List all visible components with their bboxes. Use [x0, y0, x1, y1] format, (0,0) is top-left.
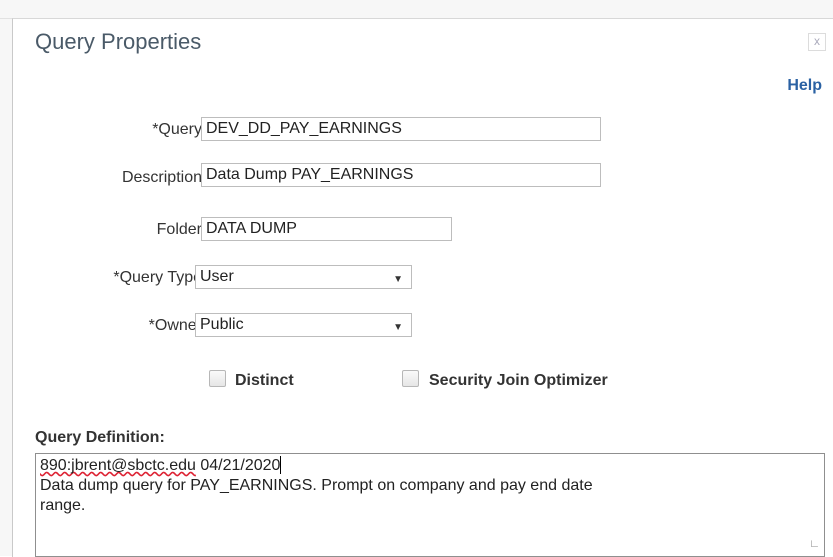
query-input[interactable]: DEV_DD_PAY_EARNINGS	[201, 117, 601, 141]
dropdown-arrow-icon: ▼	[393, 274, 403, 285]
query-type-value: User	[200, 268, 234, 285]
query-label: *Query	[152, 121, 202, 138]
definition-email: 890:jbrent@sbctc.edu	[40, 457, 196, 474]
distinct-label: Distinct	[235, 372, 294, 389]
query-definition-label: Query Definition:	[35, 429, 165, 446]
owner-value: Public	[200, 316, 244, 333]
query-definition-textarea[interactable]: 890:jbrent@sbctc.edu 04/21/2020 Data dum…	[35, 453, 825, 557]
background-frame-top	[0, 0, 833, 19]
close-icon[interactable]: x	[808, 33, 826, 51]
text-caret	[280, 456, 282, 474]
help-link[interactable]: Help	[787, 77, 822, 95]
owner-select[interactable]: Public ▼	[195, 313, 412, 337]
definition-line-3: range.	[40, 497, 86, 514]
folder-input[interactable]: DATA DUMP	[201, 217, 452, 241]
dialog-title-bar: Query Properties x	[13, 19, 833, 65]
description-input[interactable]: Data Dump PAY_EARNINGS	[201, 163, 601, 187]
resize-grip-icon[interactable]: ∟	[809, 534, 820, 554]
description-label: Description	[121, 169, 202, 186]
dropdown-arrow-icon: ▼	[393, 322, 403, 333]
definition-line-2: Data dump query for PAY_EARNINGS. Prompt…	[40, 477, 593, 494]
folder-label: Folder	[156, 221, 202, 238]
query-type-select[interactable]: User ▼	[195, 265, 412, 289]
owner-label: *Owner	[148, 317, 202, 334]
query-type-label: *Query Type	[113, 269, 202, 286]
distinct-checkbox[interactable]	[209, 370, 226, 387]
security-join-optimizer-label: Security Join Optimizer	[429, 372, 608, 389]
security-join-optimizer-checkbox[interactable]	[402, 370, 419, 387]
definition-date: 04/21/2020	[195, 457, 281, 474]
query-properties-dialog: Query Properties x Help *Query DEV_DD_PA…	[12, 18, 833, 557]
dialog-title: Query Properties	[35, 29, 202, 54]
definition-line-1: 890:jbrent@sbctc.edu 04/21/2020	[40, 456, 820, 476]
